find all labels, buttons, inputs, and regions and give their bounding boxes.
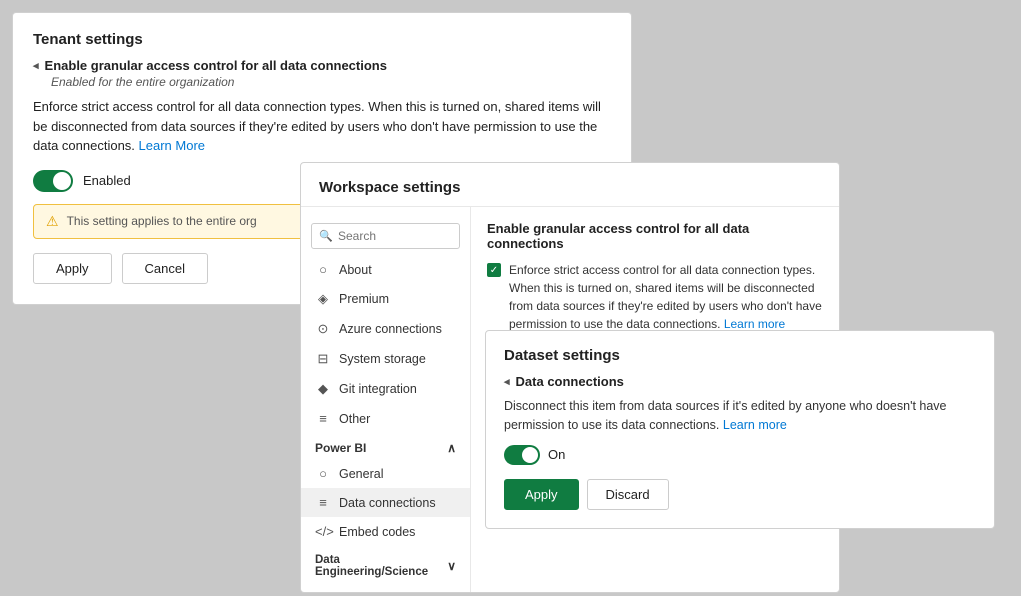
dataset-description: Disconnect this item from data sources i…: [504, 397, 976, 435]
power-bi-collapse-icon: ∧: [447, 441, 456, 455]
sidebar-item-data-connections[interactable]: ≡ Data connections: [301, 488, 470, 517]
warning-icon: ⚠: [46, 213, 59, 230]
sidebar-other-label: Other: [339, 412, 370, 426]
tenant-apply-button[interactable]: Apply: [33, 253, 112, 284]
tenant-section-title-text: Enable granular access control for all d…: [45, 58, 387, 73]
sidebar-storage-label: System storage: [339, 352, 426, 366]
tenant-enabled-toggle[interactable]: [33, 170, 73, 192]
sidebar-git-label: Git integration: [339, 382, 417, 396]
sidebar-item-azure-connections[interactable]: ⊙ Azure connections: [301, 314, 470, 344]
git-icon: ◆: [315, 381, 331, 397]
sidebar-embed-codes-label: Embed codes: [339, 525, 415, 539]
workspace-search-container: 🔍: [301, 217, 470, 255]
ws-checkbox[interactable]: ✓: [487, 263, 501, 277]
tenant-cancel-button[interactable]: Cancel: [122, 253, 208, 284]
azure-icon: ⊙: [315, 321, 331, 337]
tenant-subtitle: Enabled for the entire organization: [51, 75, 611, 89]
dataset-button-row: Apply Discard: [504, 479, 976, 510]
sidebar-item-about[interactable]: ○ About: [301, 255, 470, 284]
search-input[interactable]: [311, 223, 460, 249]
other-icon: ≡: [315, 411, 331, 426]
embed-codes-icon: </>: [315, 524, 331, 539]
data-engineering-section-header[interactable]: Data Engineering/Science ∨: [301, 546, 470, 582]
data-connections-icon: ≡: [315, 495, 331, 510]
sidebar-item-other[interactable]: ≡ Other: [301, 404, 470, 433]
dataset-on-toggle[interactable]: [504, 445, 540, 465]
tenant-settings-title: Tenant settings: [33, 31, 611, 48]
ws-learn-more-link[interactable]: Learn more: [724, 317, 785, 331]
sidebar-item-general[interactable]: ○ General: [301, 459, 470, 488]
power-bi-section-label: Power BI: [315, 441, 366, 455]
sidebar-premium-label: Premium: [339, 292, 389, 306]
dataset-section-title-text: Data connections: [516, 374, 624, 389]
dataset-toggle-row: On: [504, 445, 976, 465]
dataset-apply-button[interactable]: Apply: [504, 479, 579, 510]
search-wrap: 🔍: [311, 223, 460, 249]
tenant-description: Enforce strict access control for all da…: [33, 97, 611, 156]
ws-content-heading: Enable granular access control for all d…: [487, 221, 823, 251]
about-icon: ○: [315, 262, 331, 277]
sidebar-item-embed-codes[interactable]: </> Embed codes: [301, 517, 470, 546]
workspace-settings-title: Workspace settings: [301, 163, 839, 207]
sidebar-item-premium[interactable]: ◈ Premium: [301, 284, 470, 314]
storage-icon: ⊟: [315, 351, 331, 367]
premium-icon: ◈: [315, 291, 331, 307]
dataset-on-label: On: [548, 447, 565, 462]
sidebar-item-git-integration[interactable]: ◆ Git integration: [301, 374, 470, 404]
dataset-title: Dataset settings: [504, 347, 976, 364]
dataset-learn-more-link[interactable]: Learn more: [723, 418, 787, 432]
tenant-learn-more-link[interactable]: Learn More: [139, 138, 205, 153]
sidebar-general-label: General: [339, 467, 383, 481]
tenant-enabled-label: Enabled: [83, 173, 131, 188]
ws-checkbox-row: ✓ Enforce strict access control for all …: [487, 261, 823, 333]
dataset-settings-panel: Dataset settings ◂ Data connections Disc…: [485, 330, 995, 529]
dataset-collapse-arrow-icon: ◂: [504, 375, 510, 388]
sidebar-about-label: About: [339, 263, 372, 277]
general-icon: ○: [315, 466, 331, 481]
power-bi-section-header[interactable]: Power BI ∧: [301, 433, 470, 459]
sidebar-item-system-storage[interactable]: ⊟ System storage: [301, 344, 470, 374]
dataset-section-title: ◂ Data connections: [504, 374, 976, 389]
data-engineering-label: Data Engineering/Science: [315, 554, 428, 578]
sidebar-data-connections-label: Data connections: [339, 496, 436, 510]
data-engineering-collapse-icon: ∨: [447, 559, 456, 573]
dataset-discard-button[interactable]: Discard: [587, 479, 669, 510]
tenant-warning-text: This setting applies to the entire org: [67, 214, 257, 228]
search-icon: 🔍: [319, 230, 333, 243]
collapse-arrow-icon: ◂: [33, 59, 39, 72]
workspace-sidebar: 🔍 ○ About ◈ Premium ⊙ Azure connections …: [301, 207, 471, 592]
tenant-section-header: ◂ Enable granular access control for all…: [33, 58, 611, 73]
ws-content-desc: Enforce strict access control for all da…: [509, 261, 823, 333]
sidebar-azure-label: Azure connections: [339, 322, 442, 336]
